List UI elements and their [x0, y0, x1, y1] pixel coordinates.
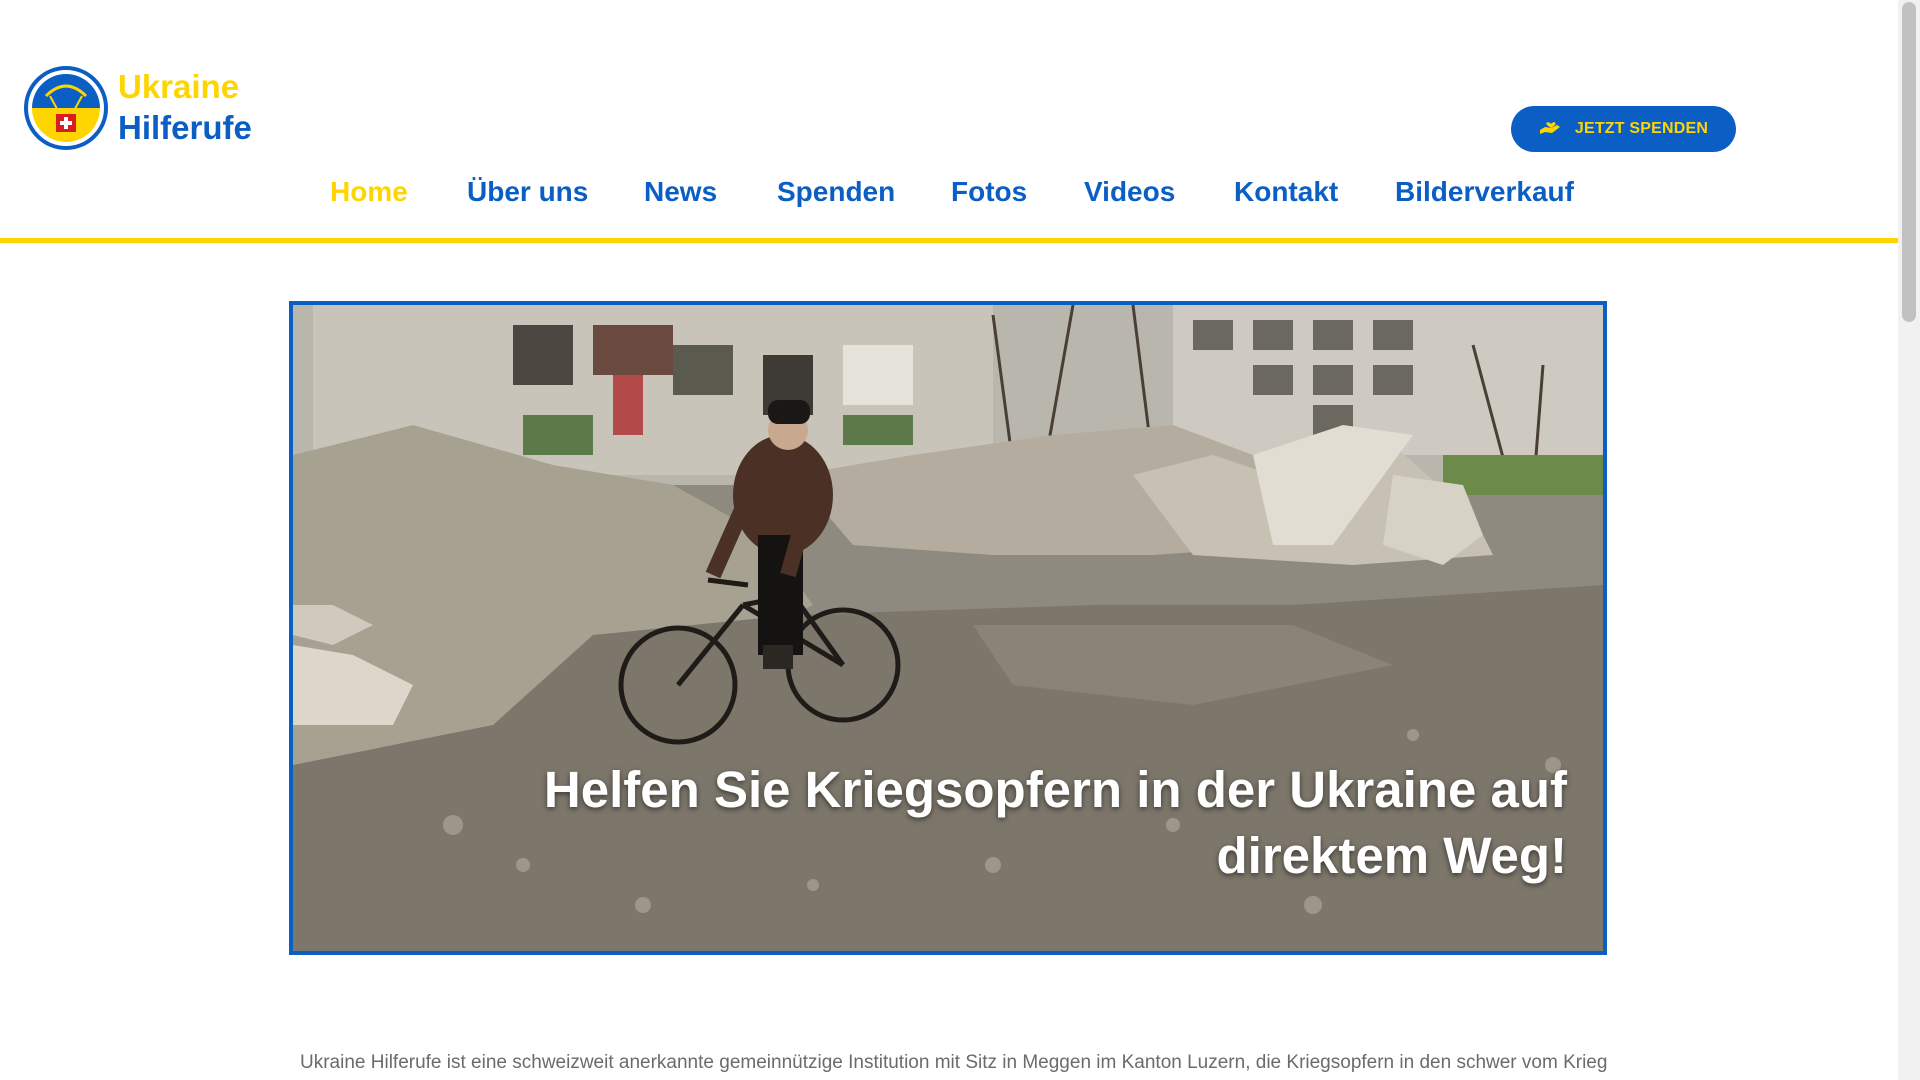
scrollbar-thumb[interactable]: [1902, 2, 1916, 322]
hand-heart-icon: [1539, 118, 1561, 141]
header-divider: [0, 238, 1898, 243]
hero-headline: Helfen Sie Kriegsopfern in der Ukraine a…: [467, 757, 1567, 889]
nav-item-home[interactable]: Home: [330, 176, 408, 208]
nav-item-news[interactable]: News: [644, 176, 717, 208]
nav-item-fotos[interactable]: Fotos: [951, 176, 1027, 208]
nav-item-spenden[interactable]: Spenden: [777, 176, 895, 208]
nav-item-kontakt[interactable]: Kontakt: [1234, 176, 1338, 208]
nav-item-ueber-uns[interactable]: Über uns: [467, 176, 588, 208]
nav-item-videos[interactable]: Videos: [1084, 176, 1175, 208]
donate-now-label: JETZT SPENDEN: [1574, 120, 1709, 137]
nav-item-bilderverkauf[interactable]: Bilderverkauf: [1395, 176, 1574, 208]
logo-line-ukraine: Ukraine: [118, 68, 240, 105]
logo-wordmark[interactable]: Ukraine Hilferufe: [118, 66, 252, 148]
site-header: Ukraine Hilferufe JETZT SPENDEN Home Übe…: [0, 0, 1898, 243]
hero-headline-line1: Helfen Sie Kriegsopfern in der Ukraine a…: [543, 761, 1567, 818]
donate-now-button[interactable]: JETZT SPENDEN: [1511, 106, 1736, 152]
ukraine-hilferufe-logo[interactable]: [24, 66, 108, 150]
main-navigation: Home Über uns News Spenden Fotos Videos …: [0, 176, 1898, 216]
hero-banner: Helfen Sie Kriegsopfern in der Ukraine a…: [289, 301, 1607, 955]
logo-line-hilferufe: Hilferufe: [118, 109, 252, 146]
intro-paragraph: Ukraine Hilferufe ist eine schweizweit a…: [300, 1052, 1608, 1073]
page-scrollbar[interactable]: [1898, 0, 1920, 1080]
hero-headline-line2: direktem Weg!: [1216, 827, 1567, 884]
